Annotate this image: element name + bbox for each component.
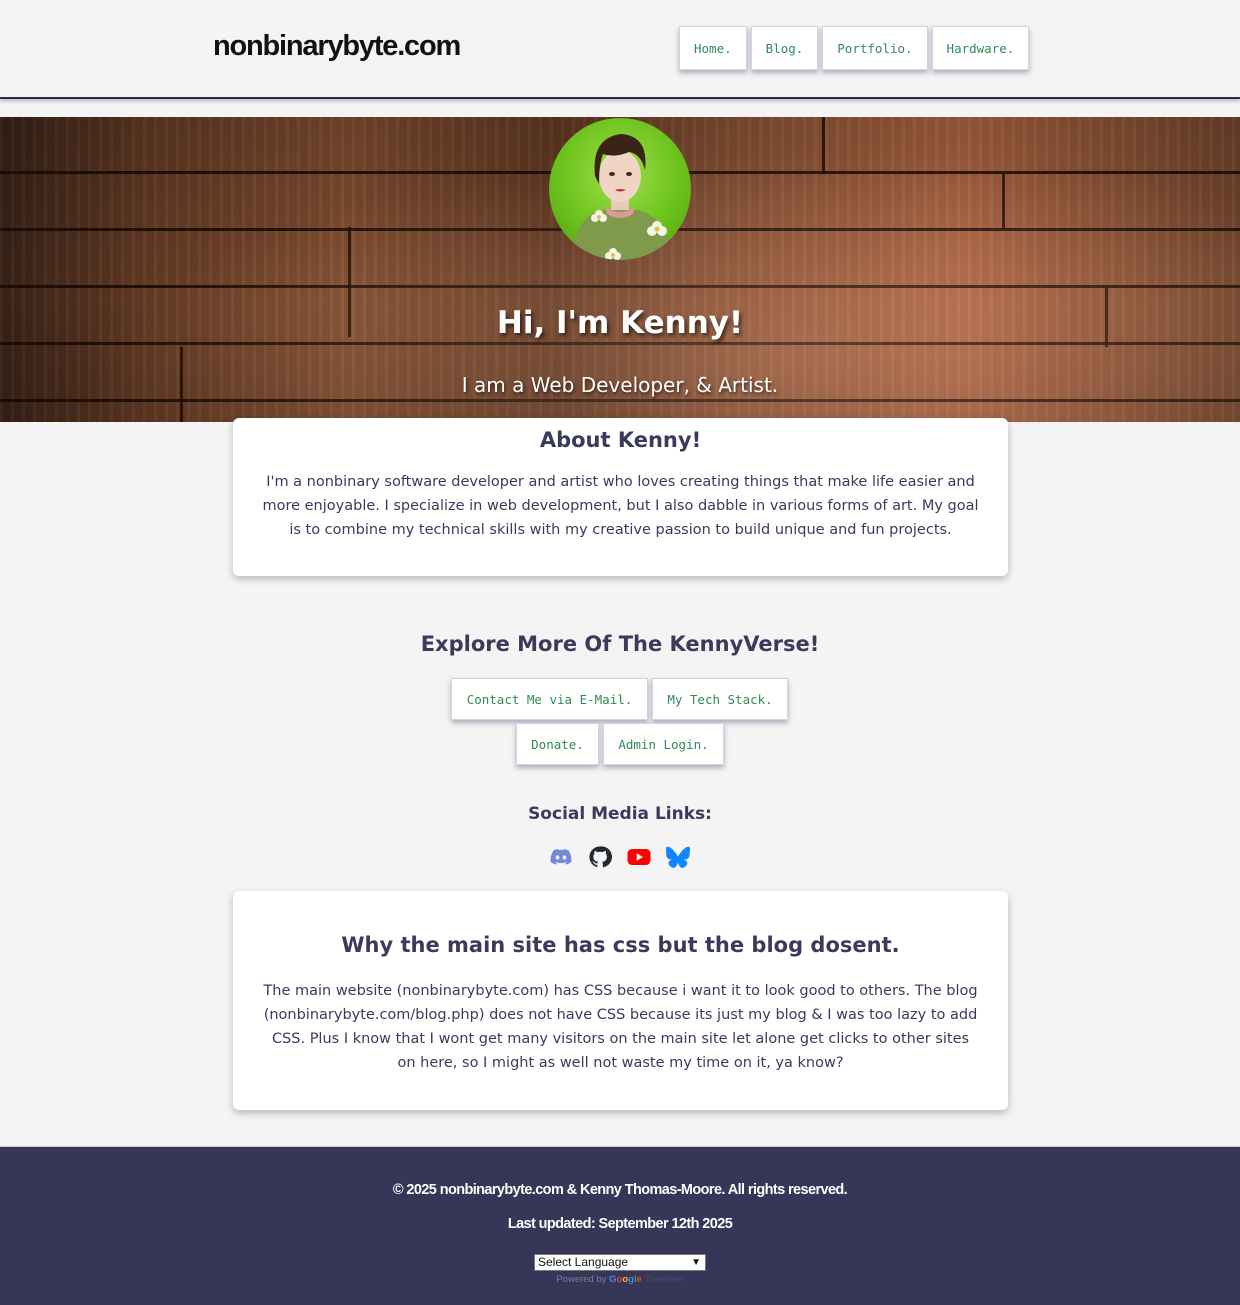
- tech-stack-button[interactable]: My Tech Stack.: [652, 678, 788, 720]
- chevron-down-icon: ▼: [691, 1257, 701, 1268]
- why-title: Why the main site has css but the blog d…: [341, 933, 900, 957]
- powered-by-label: Powered by: [556, 1274, 607, 1285]
- about-text: I'm a nonbinary software developer and a…: [262, 474, 979, 538]
- hero-title: Hi, I'm Kenny!: [496, 305, 744, 341]
- bluesky-icon[interactable]: [666, 845, 690, 869]
- nav-home-button[interactable]: Home.: [679, 26, 747, 70]
- main-nav: Home. Blog. Portfolio. Hardware.: [679, 26, 1030, 70]
- powered-by-google-translate: Powered by Google Translate: [0, 1274, 1240, 1285]
- donate-button[interactable]: Donate.: [516, 723, 599, 765]
- copyright-text: © 2025 nonbinarybyte.com & Kenny Thomas-…: [392, 1182, 848, 1198]
- hero-subtitle: I am a Web Developer, & Artist.: [461, 373, 779, 397]
- why-text: The main website (nonbinarybyte.com) has…: [263, 983, 978, 1071]
- language-select[interactable]: Select Language ▼: [534, 1254, 706, 1271]
- explore-title: Explore More Of The KennyVerse!: [420, 632, 820, 656]
- site-footer: © 2025 nonbinarybyte.com & Kenny Thomas-…: [0, 1146, 1240, 1305]
- last-updated-text: Last updated: September 12th 2025: [507, 1216, 733, 1232]
- google-logo[interactable]: Google: [609, 1274, 642, 1285]
- site-logo[interactable]: nonbinarybyte.com: [213, 30, 461, 63]
- social-links: [549, 845, 690, 869]
- translate-label: Translate: [644, 1274, 684, 1285]
- social-title: Social Media Links:: [528, 804, 712, 824]
- avatar-portrait: [569, 134, 673, 260]
- about-title: About Kenny!: [539, 428, 702, 452]
- about-card: About Kenny! I'm a nonbinary software de…: [233, 418, 1008, 576]
- github-icon[interactable]: [588, 845, 612, 869]
- nav-blog-button[interactable]: Blog.: [750, 26, 819, 70]
- nav-hardware-button[interactable]: Hardware.: [931, 26, 1030, 70]
- nav-portfolio-button[interactable]: Portfolio.: [822, 26, 928, 70]
- language-select-value: Select Language: [538, 1255, 629, 1269]
- profile-avatar: [549, 118, 691, 260]
- why-card: Why the main site has css but the blog d…: [233, 891, 1008, 1110]
- discord-icon[interactable]: [549, 845, 573, 869]
- site-header: nonbinarybyte.com Home. Blog. Portfolio.…: [0, 0, 1240, 99]
- youtube-icon[interactable]: [627, 845, 651, 869]
- admin-login-button[interactable]: Admin Login.: [603, 723, 724, 765]
- contact-email-button[interactable]: Contact Me via E-Mail.: [451, 678, 648, 720]
